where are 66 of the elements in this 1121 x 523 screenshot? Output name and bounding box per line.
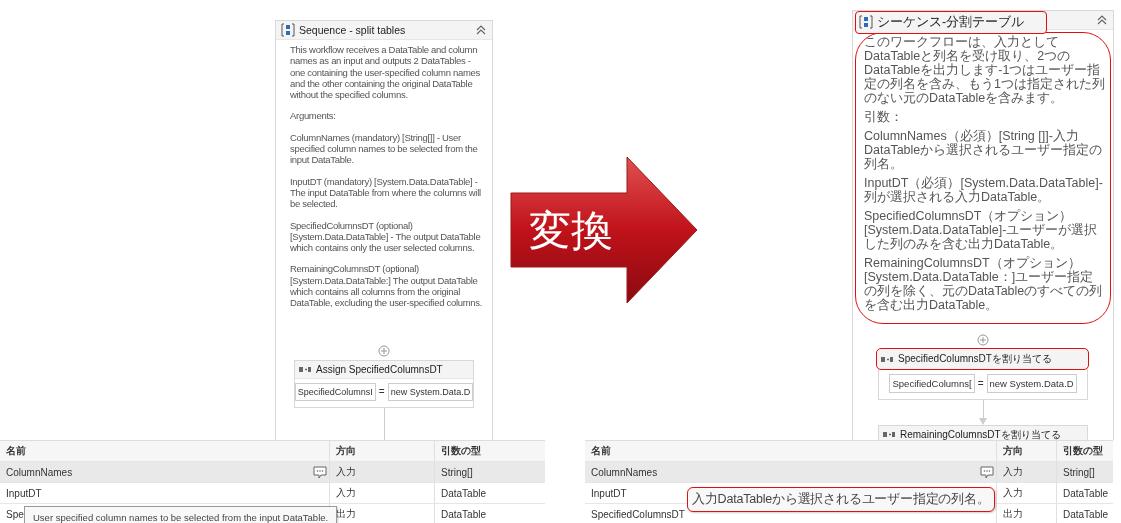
description-text: ColumnNames（必須）[String []]-入力DataTableから選択されるユーザー指定の列名。 [864,129,1104,171]
column-header[interactable]: 方向 [330,441,435,461]
sequence-icon [859,15,873,29]
tooltip: User specified column names to be selected from the input DataTable. [24,506,338,523]
type-cell-text: DataTable [1062,507,1110,522]
description-text: 引数： [864,110,904,124]
argument-row[interactable]: ColumnNames 入力 String[] [585,462,1113,483]
tooltip: 入力DataTableから選択されるユーザー指定の列名。 [687,487,995,512]
column-header[interactable]: 引数の型 [1057,441,1113,461]
column-header[interactable]: 方向 [997,441,1057,461]
sequence-icon [281,23,295,37]
description-text: SpecifiedColumnsDT (optional) [System.Data.DataTable] - The output DataTable which contains only the user selected columns. [290,219,482,254]
direction-cell: 入力 [997,483,1057,503]
type-cell-text: DataTable [440,486,488,501]
collapse-icon[interactable] [476,25,486,35]
column-header[interactable]: 名前 [0,441,330,461]
description-text: InputDT（必須）[System.Data.DataTable]-列が選択される入力DataTable。 [864,176,1104,204]
description-text: RemainingColumnsDT（オプション）[System.Data.DataTable：]ユーザー指定の列を除く、元のDataTableのすべての列を含む出力DataTable。 [864,256,1104,312]
type-cell-text: String[] [440,465,474,480]
assign-icon [883,431,895,438]
direction-cell: 入力 [330,462,435,482]
argument-name: ColumnNames [6,466,73,478]
add-icon[interactable] [378,344,390,357]
direction-cell: 入力 [330,483,435,503]
assign-icon [299,365,311,373]
type-cell-text: DataTable [440,507,488,522]
direction-cell: 入力 [997,462,1057,482]
assign-activity[interactable]: RemainingColumnsDTを割り当てる [878,425,1088,440]
activity-title: SpecifiedColumnsDTを割り当てる [898,352,1052,366]
description-text: RemainingColumnsDT (optional) [System.Data.DataTable:] The output DataTable which contains all columns from the original DataTable, excluding the user-specified columns. [290,263,484,309]
activity-title: RemainingColumnsDTを割り当てる [900,427,1061,440]
argument-name: InputDT [591,487,627,499]
add-icon[interactable] [977,334,989,346]
input-field[interactable]: SpecifiedColumnsI [294,382,376,401]
input-field[interactable]: new System.Data.D [986,374,1077,393]
sequence-title: シーケンス-分割テーブル [877,13,1025,31]
assign-activity[interactable]: SpecifiedColumnsDTを割り当てる SpecifiedColumns[ = new System.Data.D [878,349,1088,400]
comment-icon[interactable] [980,465,994,479]
assign-activity[interactable]: Assign SpecifiedColumnsDT SpecifiedColumnsI = new System.Data.D [294,359,474,408]
type-cell-text: String[] [1062,465,1096,480]
arrow-label: 変換 [529,207,613,254]
description-text: ColumnNames (mandatory) [String[]] - User specified column names to be selected from the input DataTable. [290,131,479,166]
description-text: SpecifiedColumnsDT（オプション）[System.Data.DataTable]-ユーザーが選択した列のみを含む出力DataTable。 [864,209,1099,251]
input-field[interactable]: SpecifiedColumns[ [889,374,975,393]
argument-row[interactable]: ColumnNames 入力 String[] [0,462,545,483]
sequence-title: Sequence - split tables [299,24,406,36]
argument-name: SpecifiedColumnsDT [591,508,685,520]
argument-row[interactable]: InputDT 入力 DataTable [0,483,545,504]
collapse-icon[interactable] [1097,15,1107,25]
assign-icon [881,355,893,363]
description-text: このワークフローは、入力としてDataTableと列名を受け取り、2つのDataTableを出力します-1つはユーザー指定の列名を含み、もう1つは指定された列のない元のDataTableを含みます。 [864,35,1106,105]
column-header[interactable]: 引数の型 [435,441,545,461]
argument-name: Spe [6,508,24,520]
activity-title: Assign SpecifiedColumnsDT [316,363,443,375]
description-text: Arguments: [290,110,337,122]
comment-icon[interactable] [313,465,327,479]
input-field[interactable]: new System.Data.D [387,382,474,401]
argument-name: ColumnNames [591,466,658,478]
description-text: This workflow receives a DataTable and column names as an input and outputs 2 DataTables - one containing the user-specified column names and the other containing the original DataTable without the specified columns. [290,44,482,101]
equals-sign: = [378,386,385,398]
argument-name: InputDT [6,487,42,499]
column-header[interactable]: 名前 [585,441,997,461]
direction-cell: 出力 [997,504,1057,523]
description-text: InputDT (mandatory) [System.Data.DataTable] - The input DataTable from where the columns will be selected. [290,175,482,210]
type-cell-text: DataTable [1062,486,1110,501]
equals-sign: = [977,378,984,389]
